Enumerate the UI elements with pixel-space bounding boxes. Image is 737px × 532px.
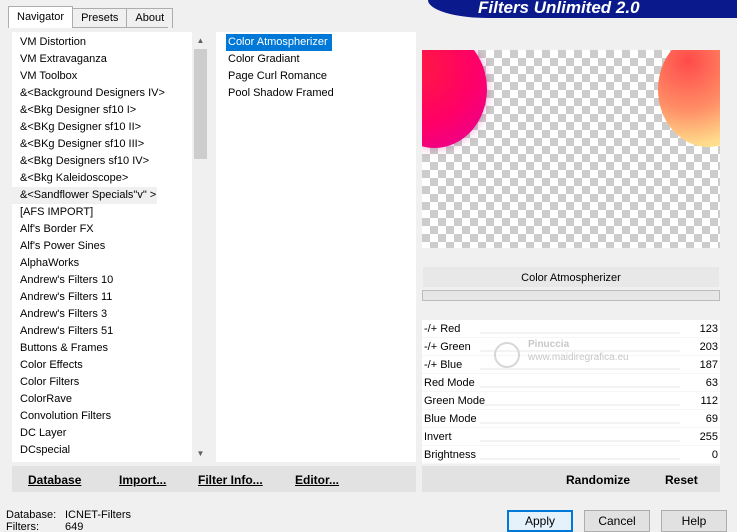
category-item[interactable]: Distortion Filters xyxy=(12,459,192,462)
filter-item[interactable]: Pool Shadow Framed xyxy=(226,85,338,102)
preview-circle-left xyxy=(422,50,487,148)
filter-list[interactable]: Color Atmospherizer Color Gradiant Page Cu… xyxy=(226,34,338,102)
selected-filter-title: Color Atmospherizer xyxy=(422,266,720,288)
category-item[interactable]: Andrew's Filters 3 xyxy=(12,306,192,323)
editor-button[interactable]: Editor... xyxy=(295,473,339,487)
category-item[interactable]: Color Filters xyxy=(12,374,192,391)
preview-circle-right xyxy=(658,50,720,147)
category-item[interactable]: Andrew's Filters 51 xyxy=(12,323,192,340)
tab-strip: Navigator Presets About xyxy=(8,6,174,28)
category-item[interactable]: &<Bkg Designers sf10 IV> xyxy=(12,153,192,170)
param-slider[interactable]: Green Mode 112 xyxy=(422,392,720,410)
import-button[interactable]: Import... xyxy=(119,473,166,487)
category-item[interactable]: Alf's Border FX xyxy=(12,221,192,238)
scroll-down-icon[interactable]: ▼ xyxy=(192,445,209,462)
param-value: 0 xyxy=(711,449,718,461)
randomize-button[interactable]: Randomize xyxy=(566,473,630,487)
category-item[interactable]: VM Extravaganza xyxy=(12,51,192,68)
filter-list-panel[interactable]: Color Atmospherizer Color Gradiant Page Cu… xyxy=(216,32,416,462)
progress-bar xyxy=(422,290,720,301)
category-item[interactable]: Convolution Filters xyxy=(12,408,192,425)
param-value: 112 xyxy=(700,395,718,407)
category-item[interactable]: &<BKg Designer sf10 II> xyxy=(12,119,192,136)
category-item[interactable]: &<Bkg Kaleidoscope> xyxy=(12,170,192,187)
param-value: 63 xyxy=(705,377,718,389)
tab-presets[interactable]: Presets xyxy=(72,8,128,28)
param-label: Blue Mode xyxy=(424,413,477,425)
filter-item[interactable]: Color Gradiant xyxy=(226,51,338,68)
tab-navigator[interactable]: Navigator xyxy=(8,6,74,28)
param-value: 203 xyxy=(699,341,718,353)
param-slider[interactable]: -/+ Blue 187 xyxy=(422,356,720,374)
status-filters-value: 649 xyxy=(65,521,84,532)
slider-track[interactable] xyxy=(480,440,680,442)
parameter-sliders: -/+ Red 123 -/+ Green 203 -/+ Blue 187 Red Mod… xyxy=(422,320,720,464)
param-label: Green Mode xyxy=(424,395,486,407)
category-item[interactable]: VM Distortion xyxy=(12,34,192,51)
status-filters-label: Filters: xyxy=(6,521,39,532)
filter-item[interactable]: Color Atmospherizer xyxy=(226,34,332,51)
param-label: Brightness xyxy=(424,449,476,461)
param-slider[interactable]: Brightness 0 xyxy=(422,446,720,464)
slider-track[interactable] xyxy=(480,404,680,406)
category-item[interactable]: Alf's Power Sines xyxy=(12,238,192,255)
slider-track[interactable] xyxy=(480,368,680,370)
tab-about[interactable]: About xyxy=(126,8,174,28)
category-item[interactable]: [AFS IMPORT] xyxy=(12,204,192,221)
preview-toolbar: Randomize Reset xyxy=(422,466,720,492)
banner-title: Filters Unlimited 2.0 xyxy=(478,0,640,17)
category-item[interactable]: VM Toolbox xyxy=(12,68,192,85)
reset-button[interactable]: Reset xyxy=(665,473,698,487)
category-item[interactable]: DC Layer xyxy=(12,425,192,442)
category-item[interactable]: Buttons & Frames xyxy=(12,340,192,357)
param-slider[interactable]: Blue Mode 69 xyxy=(422,410,720,428)
category-item[interactable]: &<BKg Designer sf10 III> xyxy=(12,136,192,153)
param-slider[interactable]: Red Mode 63 xyxy=(422,374,720,392)
param-label: Red Mode xyxy=(424,377,475,389)
slider-track[interactable] xyxy=(480,422,680,424)
category-list[interactable]: VM Distortion VM Extravaganza VM Toolbox &<… xyxy=(12,34,192,462)
help-button[interactable]: Help xyxy=(661,510,727,532)
apply-button[interactable]: Apply xyxy=(507,510,573,532)
slider-track[interactable] xyxy=(480,350,680,352)
param-value: 123 xyxy=(699,323,718,335)
app-banner: Filters Unlimited 2.0 xyxy=(428,0,737,18)
database-button[interactable]: Database xyxy=(28,473,81,487)
param-slider[interactable]: -/+ Green 203 xyxy=(422,338,720,356)
param-label: -/+ Blue xyxy=(424,359,463,371)
navigator-toolbar: Database Import... Filter Info... Editor… xyxy=(12,466,416,492)
category-item[interactable]: Color Effects xyxy=(12,357,192,374)
cancel-button[interactable]: Cancel xyxy=(584,510,650,532)
param-label: -/+ Green xyxy=(424,341,471,353)
scrollbar-thumb[interactable] xyxy=(194,49,207,159)
category-item[interactable]: &<Background Designers IV> xyxy=(12,85,192,102)
scroll-up-icon[interactable]: ▲ xyxy=(192,32,209,49)
preview-image xyxy=(422,50,720,248)
category-item[interactable]: Andrew's Filters 11 xyxy=(12,289,192,306)
category-item[interactable]: ColorRave xyxy=(12,391,192,408)
category-list-panel[interactable]: VM Distortion VM Extravaganza VM Toolbox &<… xyxy=(12,32,209,462)
category-item[interactable]: DCspecial xyxy=(12,442,192,459)
slider-track[interactable] xyxy=(480,386,680,388)
filter-item[interactable]: Page Curl Romance xyxy=(226,68,338,85)
param-slider[interactable]: Invert 255 xyxy=(422,428,720,446)
status-database-value: ICNET-Filters xyxy=(65,509,131,521)
slider-track[interactable] xyxy=(480,458,680,460)
category-item[interactable]: &<Sandflower Specials"v" > xyxy=(12,187,157,204)
category-item[interactable]: Andrew's Filters 10 xyxy=(12,272,192,289)
category-item[interactable]: &<Bkg Designer sf10 I> xyxy=(12,102,192,119)
param-label: -/+ Red xyxy=(424,323,461,335)
category-item[interactable]: AlphaWorks xyxy=(12,255,192,272)
param-value: 255 xyxy=(699,431,718,443)
status-database-label: Database: xyxy=(6,509,57,521)
filter-info-button[interactable]: Filter Info... xyxy=(198,473,263,487)
param-slider[interactable]: -/+ Red 123 xyxy=(422,320,720,338)
slider-track[interactable] xyxy=(480,332,680,334)
param-value: 69 xyxy=(705,413,718,425)
param-value: 187 xyxy=(699,359,718,371)
category-scrollbar[interactable]: ▲ ▼ xyxy=(192,32,209,462)
param-label: Invert xyxy=(424,431,452,443)
